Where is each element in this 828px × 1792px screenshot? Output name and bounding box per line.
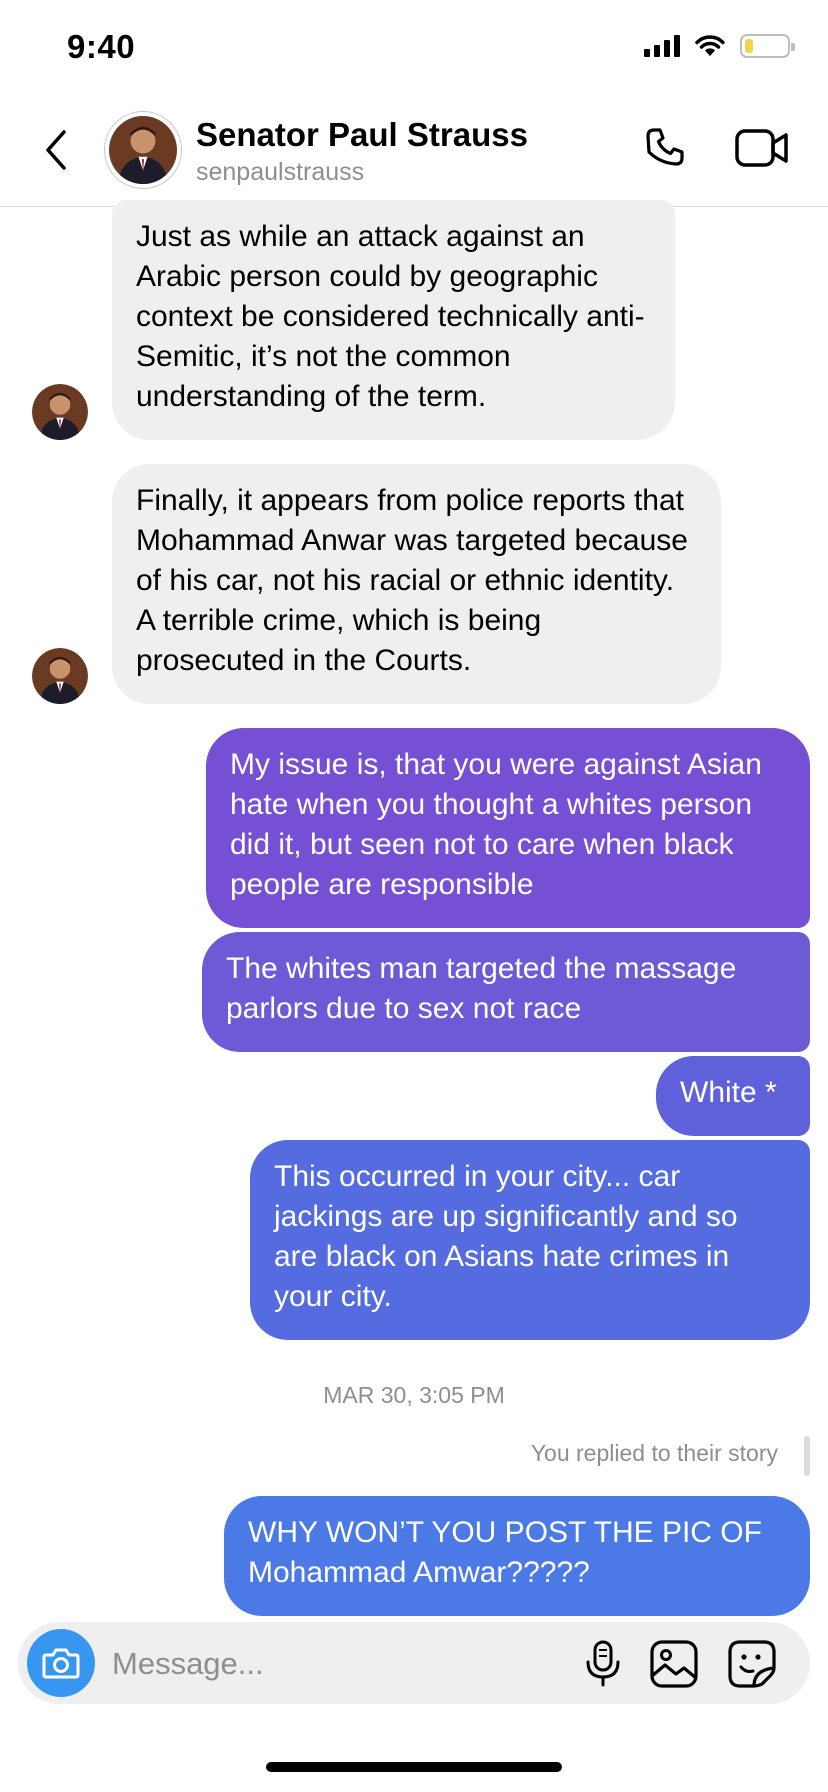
outgoing-message[interactable]: This occurred in your city... car jackin… bbox=[250, 1140, 810, 1340]
message-text: WHY WON’T YOU POST THE PIC OF Mohammad A… bbox=[248, 1516, 762, 1589]
status-bar: 9:40 bbox=[0, 0, 828, 96]
message-input[interactable] bbox=[110, 1634, 574, 1694]
outgoing-message[interactable]: WHY WON’T YOU POST THE PIC OF Mohammad A… bbox=[224, 1496, 810, 1616]
avatar[interactable] bbox=[104, 111, 182, 189]
message-text: Just as while an attack against an Arabi… bbox=[136, 220, 645, 413]
wifi-icon bbox=[695, 35, 725, 56]
message-timestamp: MAR 30, 3:05 PM bbox=[323, 1382, 505, 1408]
message-text: This occurred in your city... car jackin… bbox=[274, 1160, 738, 1313]
chevron-left-icon[interactable] bbox=[36, 124, 76, 176]
story-reply-note: You replied to their story bbox=[530, 1440, 778, 1466]
profile-photo bbox=[109, 116, 177, 184]
sticker-icon[interactable] bbox=[726, 1638, 778, 1690]
status-time: 9:40 bbox=[67, 28, 136, 65]
outgoing-message[interactable]: The whites man targeted the massage parl… bbox=[202, 932, 810, 1052]
video-camera-icon[interactable] bbox=[734, 126, 790, 170]
outgoing-message[interactable]: My issue is, that you were against Asian… bbox=[206, 728, 810, 928]
story-reply-indicator bbox=[804, 1436, 810, 1476]
status-icons bbox=[644, 34, 795, 58]
profile-photo bbox=[32, 648, 88, 704]
conversation-header: Senator Paul Strauss senpaulstrauss bbox=[0, 96, 828, 207]
incoming-message[interactable]: Finally, it appears from police reports … bbox=[112, 464, 721, 704]
battery-icon bbox=[740, 34, 795, 58]
camera-icon bbox=[42, 1648, 80, 1679]
sender-avatar[interactable] bbox=[32, 384, 88, 440]
message-text: White * bbox=[680, 1076, 777, 1109]
camera-button[interactable] bbox=[27, 1629, 95, 1697]
contact-username[interactable]: senpaulstrauss bbox=[196, 158, 364, 187]
message-composer bbox=[18, 1622, 810, 1704]
message-text: Finally, it appears from police reports … bbox=[136, 484, 688, 677]
home-indicator[interactable] bbox=[266, 1762, 562, 1772]
outgoing-message[interactable]: White * bbox=[656, 1056, 810, 1136]
contact-name[interactable]: Senator Paul Strauss bbox=[196, 116, 528, 154]
profile-photo bbox=[32, 384, 88, 440]
battery-level bbox=[745, 39, 753, 53]
microphone-icon[interactable] bbox=[578, 1638, 628, 1688]
phone-icon[interactable] bbox=[640, 124, 688, 172]
incoming-message[interactable]: Just as while an attack against an Arabi… bbox=[112, 200, 675, 440]
sender-avatar[interactable] bbox=[32, 648, 88, 704]
message-text: My issue is, that you were against Asian… bbox=[230, 748, 762, 901]
image-gallery-icon[interactable] bbox=[648, 1638, 700, 1690]
message-text: The whites man targeted the massage parl… bbox=[226, 952, 737, 1025]
cellular-signal-icon bbox=[644, 35, 680, 57]
